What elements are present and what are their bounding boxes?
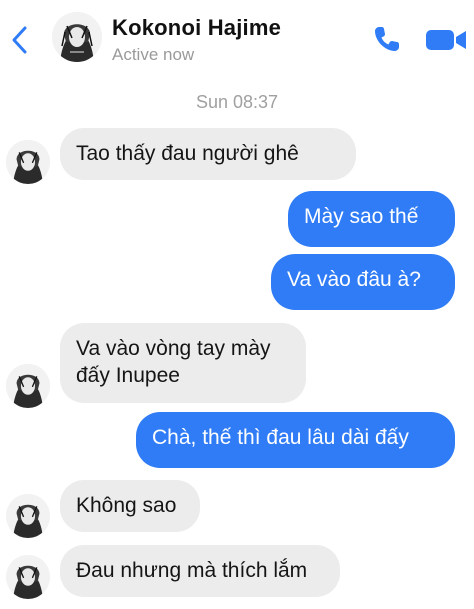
message-timestamp: Sun 08:37 xyxy=(195,92,279,112)
incoming-message-bubble[interactable]: Đau nhưng mà thích lắm xyxy=(60,545,340,597)
contact-avatar[interactable] xyxy=(52,12,102,62)
contact-avatar-small[interactable] xyxy=(6,140,50,184)
contact-avatar-small[interactable] xyxy=(6,364,50,408)
contact-avatar-small[interactable] xyxy=(6,494,50,538)
outgoing-message-bubble[interactable]: Va vào đâu à? xyxy=(271,254,455,310)
incoming-message-bubble[interactable]: Va vào vòng tay mày đấy Inupee xyxy=(60,323,306,403)
chat-header: Kokonoi Hajime Active now xyxy=(0,0,474,80)
incoming-message-bubble[interactable]: Không sao xyxy=(60,480,200,532)
outgoing-message-bubble[interactable]: Chà, thế thì đau lâu dài đấy xyxy=(136,412,455,468)
outgoing-message-bubble[interactable]: Mày sao thế xyxy=(288,191,455,247)
active-status: Active now xyxy=(112,45,195,64)
incoming-message-bubble[interactable]: Tao thấy đau người ghê xyxy=(60,128,356,180)
contact-avatar-small[interactable] xyxy=(6,555,50,599)
video-camera-icon[interactable] xyxy=(424,28,468,52)
phone-icon[interactable] xyxy=(372,24,402,54)
chevron-left-icon[interactable] xyxy=(8,24,32,56)
contact-name[interactable]: Kokonoi Hajime xyxy=(112,15,281,41)
